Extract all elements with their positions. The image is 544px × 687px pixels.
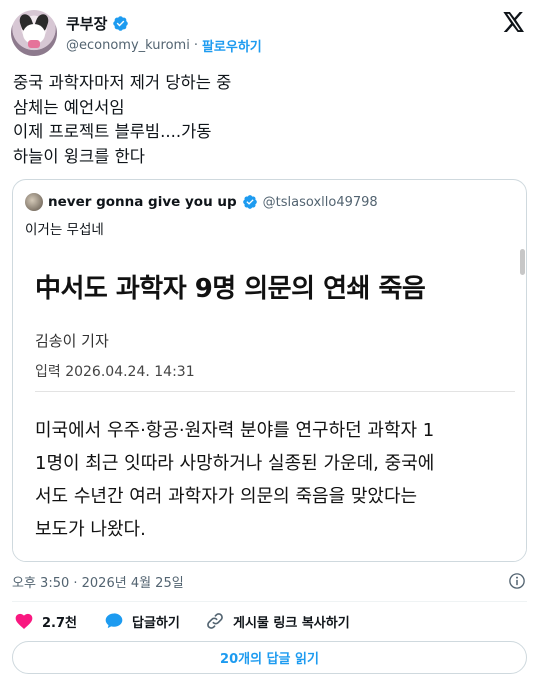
follow-button[interactable]: 팔로우하기 <box>202 36 262 55</box>
reply-button[interactable]: 답글하기 <box>104 610 180 632</box>
article-title: 中서도 과학자 9명 의문의 연쇄 죽음 <box>35 274 426 304</box>
quoted-author-row: never gonna give you up @tslasoxllo49798 <box>25 192 378 212</box>
heart-icon <box>15 613 33 629</box>
tweet-header: 쿠부장 @economy_kuromi · 팔로우하기 <box>0 0 544 64</box>
like-count: 2.7천 <box>42 615 77 631</box>
reply-label: 답글하기 <box>132 615 180 631</box>
tweet-line: 이제 프로젝트 블루빔....가동 <box>13 122 212 141</box>
verified-badge-icon <box>113 15 129 31</box>
link-icon <box>207 613 223 629</box>
quoted-display-name: never gonna give you up <box>48 194 237 210</box>
separator-dot: · <box>193 37 198 53</box>
tweet-timestamp[interactable]: 오후 3:50 · 2026년 4월 25일 <box>12 572 184 591</box>
article-divider <box>35 391 515 392</box>
quoted-text: 이거는 무섭네 <box>25 222 104 238</box>
author-handle-row: @economy_kuromi · 팔로우하기 <box>66 36 262 55</box>
author-name-row: 쿠부장 <box>66 13 129 33</box>
author-display-name[interactable]: 쿠부장 <box>66 13 107 34</box>
article-body-line: 1명이 최근 잇따라 사망하거나 실종된 가운데, 중국에 <box>35 453 435 474</box>
tweet-line: 중국 과학자마저 제거 당하는 중 <box>13 73 232 92</box>
quoted-handle: @tslasoxllo49798 <box>262 194 378 210</box>
avatar[interactable] <box>11 10 57 56</box>
verified-badge-icon <box>242 195 257 209</box>
action-bar: 2.7천 답글하기 게시물 링크 복사하기 <box>12 610 527 632</box>
author-handle[interactable]: @economy_kuromi <box>66 38 190 53</box>
quoted-avatar <box>25 193 43 211</box>
quoted-tweet-card[interactable]: never gonna give you up @tslasoxllo49798… <box>12 179 527 562</box>
x-logo-icon[interactable] <box>503 12 525 32</box>
article-body-line: 보도가 나왔다. <box>35 519 146 540</box>
info-icon[interactable] <box>508 572 526 590</box>
tweet-line: 삼체는 예언서임 <box>13 97 125 117</box>
copy-link-button[interactable]: 게시물 링크 복사하기 <box>205 610 350 632</box>
article-body: 미국에서 우주·항공·원자력 분야를 연구하던 과학자 1 1명이 최근 잇따라… <box>35 414 515 546</box>
copy-link-label: 게시물 링크 복사하기 <box>233 615 350 631</box>
read-replies-button[interactable]: 20개의 답글 읽기 <box>12 641 527 674</box>
divider <box>12 601 527 602</box>
like-button[interactable]: 2.7천 <box>14 610 77 632</box>
tweet-line: 하늘이 윙크를 한다 <box>13 146 145 166</box>
article-body-line: 미국에서 우주·항공·원자력 분야를 연구하던 과학자 1 <box>35 420 435 441</box>
reply-bubble-icon <box>105 613 123 629</box>
article-body-line: 서도 수년간 여러 과학자가 의문의 죽음을 맞았다는 <box>35 486 418 507</box>
avatar-bow <box>28 40 40 48</box>
article-date: 입력 2026.04.24. 14:31 <box>35 364 195 380</box>
article-scrollbar <box>520 249 525 275</box>
article-reporter: 김송이 기자 <box>35 332 109 350</box>
article-screenshot: 中서도 과학자 9명 의문의 연쇄 죽음 김송이 기자 입력 2026.04.2… <box>13 244 526 561</box>
tweet-text: 중국 과학자마저 제거 당하는 중 삼체는 예언서임 이제 프로젝트 블루빔..… <box>13 71 231 169</box>
